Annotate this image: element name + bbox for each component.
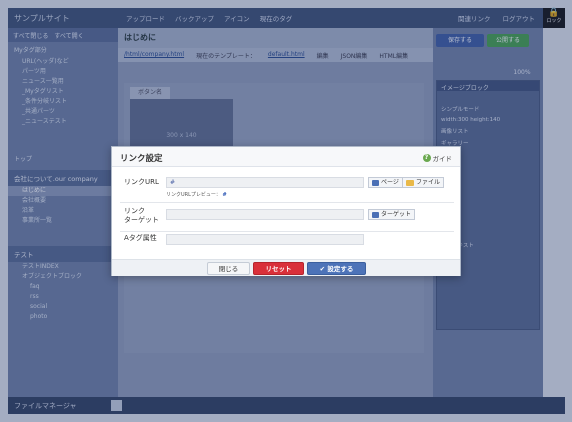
divider [120, 202, 454, 203]
url-preview: リンクURLプレビュー： # [166, 191, 227, 198]
target-icon [372, 211, 379, 218]
file-button-label: ファイル [416, 178, 441, 186]
url-input[interactable]: # [166, 177, 364, 188]
help-icon: ? [422, 154, 431, 162]
page-button[interactable]: ページ [368, 177, 403, 188]
divider [120, 231, 454, 232]
apply-button[interactable]: ✔ 設定する [307, 262, 366, 275]
page-icon [372, 179, 379, 186]
target-button-label: ターゲット [381, 210, 412, 218]
dialog-title: リンク設定 [120, 154, 163, 164]
folder-icon [406, 179, 414, 186]
url-row: リンクURL # ページ ファイル リンクURLプレビュー： # [112, 175, 462, 203]
a-attr-row: Aタグ属性 [112, 233, 462, 251]
url-label: リンクURL [124, 178, 159, 186]
reset-button[interactable]: リセット [253, 262, 304, 275]
file-button[interactable]: ファイル [402, 177, 445, 188]
target-input[interactable] [166, 209, 364, 220]
preview-value[interactable]: # [223, 192, 227, 198]
apply-button-label: 設定する [327, 265, 354, 273]
dialog-header: リンク設定 ? ガイド [112, 147, 460, 167]
help-link[interactable]: ? ガイド [422, 153, 453, 163]
target-label-1: リンク [124, 207, 145, 215]
dialog-footer: 閉じる リセット ✔ 設定する [112, 259, 460, 276]
preview-label: リンクURLプレビュー： [166, 192, 221, 198]
app-frame: サンプルサイト アップロード バックアップ アイコン 現在のタグ 関連リンク ロ… [0, 0, 572, 422]
link-settings-dialog: リンク設定 ? ガイド リンクURL # ページ ファイル リンクURLプレビュ… [111, 146, 461, 276]
close-button[interactable]: 閉じる [207, 262, 250, 275]
a-attr-label: Aタグ属性 [124, 234, 157, 242]
target-button[interactable]: ターゲット [368, 209, 416, 220]
target-label-2: ターゲット [124, 216, 159, 224]
target-row: リンク ターゲット ターゲット [112, 206, 462, 230]
page-button-label: ページ [381, 178, 399, 186]
a-attr-input[interactable] [166, 234, 364, 245]
help-label: ガイド [432, 155, 453, 163]
